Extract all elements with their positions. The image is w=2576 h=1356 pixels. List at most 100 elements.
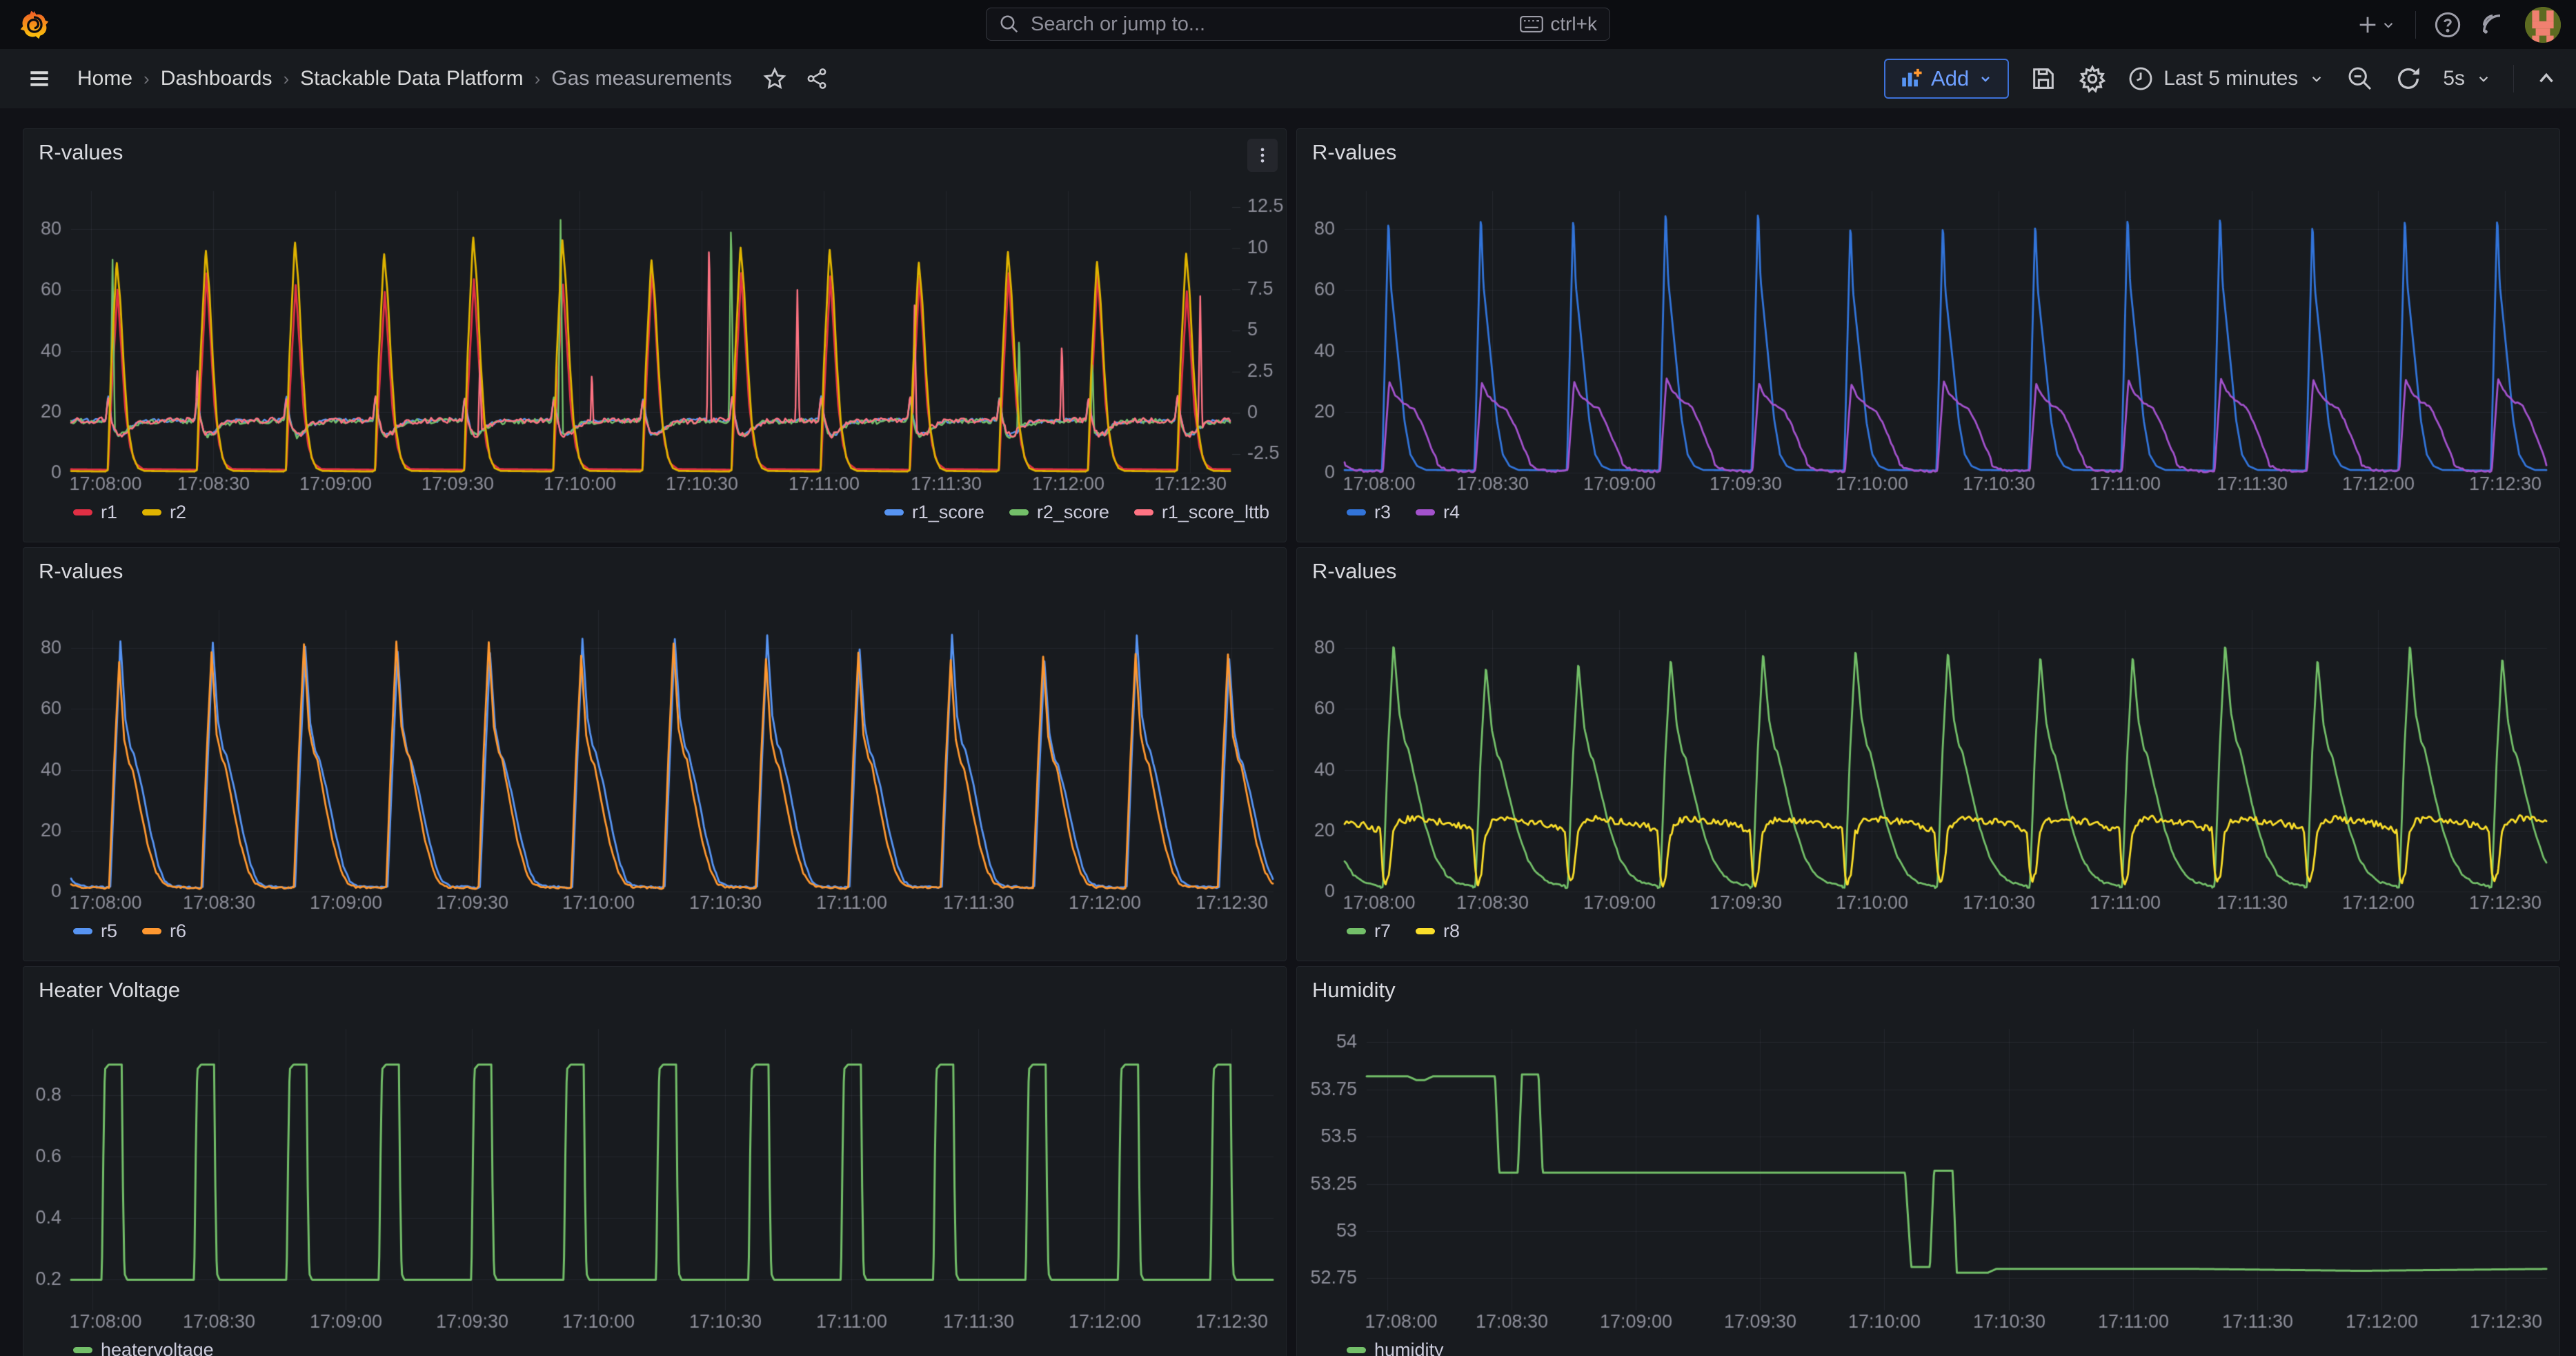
panel-legend: r5 r6 [73,921,1269,942]
help-button[interactable] [2434,11,2461,39]
legend-item-r5[interactable]: r5 [73,921,117,942]
panel-menu-button[interactable] [1247,139,1278,172]
dashboard-settings-button[interactable] [2078,64,2107,93]
gear-icon [2078,64,2107,93]
panel-r-values-1: R-values r1 r2 r1_score r2_score r1_score_lt… [23,128,1287,542]
legend-label: r4 [1443,502,1460,523]
breadcrumb-home[interactable]: Home [77,67,132,90]
legend-label: r1_score_lttb [1162,502,1269,523]
legend-label: r1 [101,502,117,523]
panel-title[interactable]: Humidity [1312,978,1396,1003]
timeseries-plot[interactable] [1297,548,2560,961]
dashboard-grid: R-values r1 r2 r1_score r2_score r1_score_lt… [23,128,2560,1356]
search-input[interactable] [1029,12,1520,37]
panel-legend: heatervoltage [73,1339,1269,1356]
legend-swatch [73,1347,92,1353]
breadcrumb-dashboards[interactable]: Dashboards [161,67,273,90]
legend-group-left: heatervoltage [73,1339,214,1356]
identicon [2525,7,2561,43]
search-shortcut: ctrl+k [1520,13,1597,35]
legend-group-left: r1 r2 [73,502,186,523]
keyboard-icon [1520,15,1543,33]
legend-item-r2[interactable]: r2 [142,502,186,523]
legend-group-right: r1_score r2_score r1_score_lttb [884,502,1269,523]
new-button[interactable] [2356,13,2397,37]
timeseries-plot[interactable] [23,967,1287,1356]
kebab-icon [1253,146,1272,165]
legend-item-r1[interactable]: r1 [73,502,117,523]
refresh-interval-picker[interactable]: 5s [2443,67,2493,90]
share-icon[interactable] [805,67,829,90]
legend-swatch [1347,1347,1366,1353]
legend-item-r3[interactable]: r3 [1347,502,1391,523]
legend-item-r8[interactable]: r8 [1416,921,1460,942]
legend-item-r7[interactable]: r7 [1347,921,1391,942]
chevron-down-icon [2475,70,2493,88]
chevron-down-icon [1977,70,1994,87]
legend-label: r8 [1443,921,1460,942]
legend-label: humidity [1374,1339,1444,1356]
legend-item-humidity[interactable]: humidity [1347,1339,1444,1356]
timeseries-plot[interactable] [23,548,1287,961]
legend-item-r1_score_lttb[interactable]: r1_score_lttb [1134,502,1269,523]
zoom-out-icon [2346,65,2374,92]
refresh-button[interactable] [2395,65,2422,92]
panel-title[interactable]: R-values [39,559,123,584]
legend-swatch [1347,509,1366,515]
legend-item-r1_score[interactable]: r1_score [884,502,984,523]
legend-label: r2 [170,502,186,523]
top-bar: ctrl+k [0,0,2576,49]
add-button[interactable]: Add [1884,59,2009,99]
refresh-icon [2395,65,2422,92]
panel-title[interactable]: Heater Voltage [39,978,180,1003]
legend-item-r6[interactable]: r6 [142,921,186,942]
plus-icon [2356,13,2379,37]
timeseries-plot[interactable] [1297,967,2560,1356]
avatar[interactable] [2525,7,2561,43]
legend-group-left: r3 r4 [1347,502,1460,523]
legend-label: r3 [1374,502,1391,523]
clock-icon [2128,66,2154,92]
star-icon[interactable] [762,66,787,91]
hamburger-icon [26,66,52,92]
panel-title[interactable]: R-values [1312,140,1396,165]
timeseries-plot[interactable] [23,129,1287,542]
help-icon [2434,11,2461,39]
add-panel-icon [1899,67,1923,90]
timeseries-plot[interactable] [1297,129,2560,542]
breadcrumb-folder[interactable]: Stackable Data Platform [300,67,523,90]
panel-title[interactable]: R-values [39,140,123,165]
zoom-out-button[interactable] [2346,65,2374,92]
legend-swatch [73,509,92,515]
panel-r-values-4: R-values r7 r8 [1296,547,2560,961]
breadcrumb-separator: › [535,68,541,90]
save-dashboard-button[interactable] [2030,65,2057,92]
legend-label: r7 [1374,921,1391,942]
legend-swatch [1347,928,1366,934]
panel-r-values-3: R-values r5 r6 [23,547,1287,961]
panel-title[interactable]: R-values [1312,559,1396,584]
legend-group-left: r5 r6 [73,921,186,942]
search-box[interactable]: ctrl+k [986,8,1610,41]
panel-legend: r3 r4 [1347,502,2543,523]
panel-legend: r7 r8 [1347,921,2543,942]
divider [2415,11,2416,39]
breadcrumb-separator: › [143,68,150,90]
legend-swatch [1134,509,1153,515]
panel-legend: humidity [1347,1339,2543,1356]
grafana-logo-icon[interactable] [18,9,50,41]
menu-toggle-button[interactable] [26,66,52,92]
legend-item-heatervoltage[interactable]: heatervoltage [73,1339,214,1356]
panel-r-values-2: R-values r3 r4 [1296,128,2560,542]
search-icon [999,14,1020,35]
legend-swatch [1009,509,1029,515]
time-range-picker[interactable]: Last 5 minutes [2128,66,2326,92]
news-button[interactable] [2479,11,2507,39]
legend-item-r4[interactable]: r4 [1416,502,1460,523]
legend-swatch [1416,928,1435,934]
legend-label: r6 [170,921,186,942]
collapse-toolbar-button[interactable] [2535,67,2558,90]
legend-item-r2_score[interactable]: r2_score [1009,502,1109,523]
chevron-down-icon [2379,16,2397,34]
breadcrumb-current: Gas measurements [551,67,732,90]
